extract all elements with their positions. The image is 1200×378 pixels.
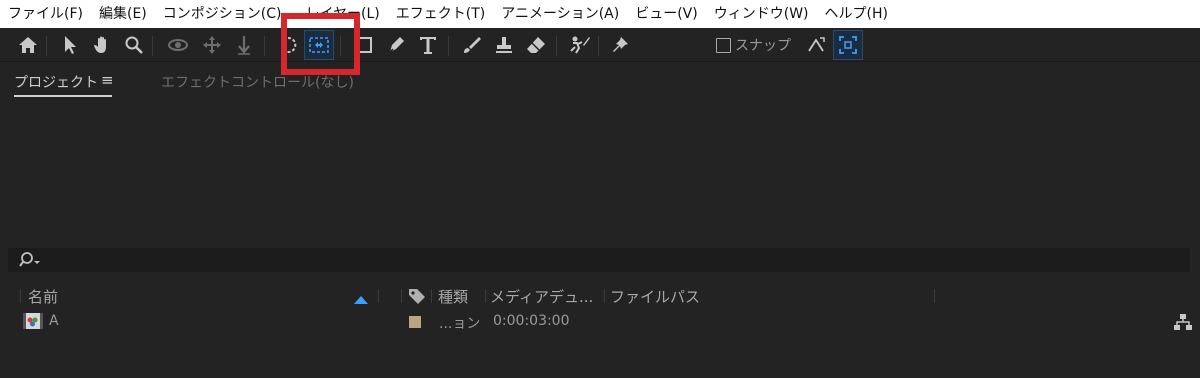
column-divider [401, 289, 402, 303]
label-color-swatch[interactable] [409, 316, 421, 328]
panel-menu-icon[interactable]: ≡ [101, 71, 114, 89]
column-media-duration[interactable]: メディアデュ... [490, 286, 593, 307]
selection-arrow-icon[interactable] [56, 31, 84, 59]
menu-edit[interactable]: 編集(E) [91, 0, 155, 28]
snap-expand-icon[interactable] [802, 31, 830, 59]
toolbar-separator [598, 36, 599, 56]
toolbar-separator [448, 36, 449, 56]
toolbar-separator [152, 36, 153, 56]
flowchart-icon[interactable] [1174, 314, 1192, 334]
panel-tabs: プロジェクト ≡ エフェクトコントロール(なし) [0, 63, 1200, 99]
orbit-camera-icon[interactable] [164, 31, 192, 59]
snap-grid-icon[interactable] [833, 30, 863, 60]
tab-effect-controls[interactable]: エフェクトコントロール(なし) [161, 72, 354, 92]
pan-behind-icon[interactable] [304, 30, 334, 60]
column-divider [485, 289, 486, 303]
zoom-icon[interactable] [120, 31, 148, 59]
clone-stamp-icon[interactable] [490, 31, 518, 59]
rotate-icon[interactable] [274, 31, 302, 59]
menu-bar: ファイル(F) 編集(E) コンポジション(C) レイヤー(L) エフェクト(T… [0, 0, 1200, 28]
column-name[interactable]: 名前 [28, 286, 58, 307]
toolbar-separator [556, 36, 557, 56]
column-divider [604, 289, 605, 303]
menu-animation[interactable]: アニメーション(A) [493, 0, 627, 28]
search-input[interactable] [8, 248, 1190, 272]
eraser-icon[interactable] [522, 31, 550, 59]
hand-icon[interactable] [88, 31, 116, 59]
column-divider [378, 289, 379, 303]
active-tab-indicator [14, 95, 112, 97]
pan-camera-icon[interactable] [198, 31, 226, 59]
composition-icon [22, 312, 44, 334]
column-file-path[interactable]: ファイルパス [610, 286, 700, 307]
tab-project[interactable]: プロジェクト [14, 72, 98, 92]
snap-checkbox[interactable] [716, 37, 731, 53]
home-icon[interactable] [14, 31, 42, 59]
column-divider [934, 289, 935, 303]
text-icon[interactable] [414, 31, 442, 59]
menu-layer[interactable]: レイヤー(L) [289, 0, 387, 28]
project-item-row[interactable]: A ...ョン 0:00:03:00 [0, 311, 1200, 333]
toolbar-separator [46, 36, 47, 56]
snap-label: スナップ [735, 38, 791, 54]
menu-composition[interactable]: コンポジション(C) [155, 0, 290, 28]
sort-ascending-icon[interactable] [354, 290, 368, 308]
menu-view[interactable]: ビュー(V) [627, 0, 706, 28]
dolly-camera-icon[interactable] [230, 31, 258, 59]
puppet-pin-icon[interactable] [606, 31, 634, 59]
toolbar-separator [264, 36, 265, 56]
item-type: ...ョン [439, 316, 481, 332]
column-divider [431, 289, 432, 303]
roto-brush-icon[interactable] [566, 31, 594, 59]
project-column-headers: 名前 種類 メディアデュ... ファイルパス [0, 285, 1200, 307]
search-icon[interactable] [18, 251, 42, 273]
tools-toolbar: スナップ [0, 28, 1200, 62]
menu-effect[interactable]: エフェクト(T) [388, 0, 493, 28]
column-divider [20, 289, 21, 303]
menu-help[interactable]: ヘルプ(H) [817, 0, 896, 28]
snap-toggle[interactable]: スナップ [716, 35, 791, 55]
menu-window[interactable]: ウィンドウ(W) [706, 0, 817, 28]
pen-icon[interactable] [382, 31, 410, 59]
rectangle-icon[interactable] [350, 31, 378, 59]
label-tag-icon[interactable] [408, 288, 426, 308]
item-name: A [49, 313, 59, 329]
toolbar-separator [340, 36, 341, 56]
brush-icon[interactable] [458, 31, 486, 59]
item-duration: 0:00:03:00 [493, 313, 570, 329]
column-type[interactable]: 種類 [438, 286, 468, 307]
menu-file[interactable]: ファイル(F) [0, 0, 91, 28]
